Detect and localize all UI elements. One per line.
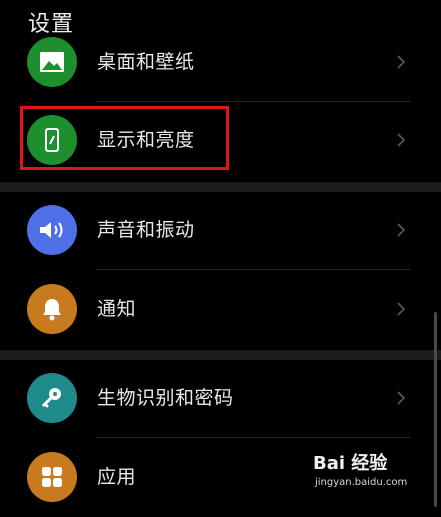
settings-item-label: 通知 (97, 298, 137, 320)
settings-item-label: 显示和亮度 (97, 129, 195, 151)
settings-item-display[interactable]: 显示和亮度 (0, 100, 430, 180)
scrollbar[interactable] (434, 312, 437, 507)
settings-item-wallpaper[interactable]: 桌面和壁纸 (0, 22, 430, 102)
watermark-brand: Bai 经验 (313, 453, 388, 474)
chevron-right-icon (397, 133, 406, 147)
settings-item-sound[interactable]: 声音和振动 (0, 190, 430, 270)
volume-icon (27, 205, 77, 255)
chevron-right-icon (397, 223, 406, 237)
watermark-url: jingyan.baidu.com (315, 477, 408, 488)
chevron-right-icon (397, 55, 406, 69)
apps-icon (27, 452, 77, 502)
display-icon (27, 115, 77, 165)
bell-icon (27, 284, 77, 334)
settings-item-label: 应用 (97, 466, 137, 488)
key-icon (27, 373, 77, 423)
chevron-right-icon (397, 391, 406, 405)
wallpaper-icon (27, 37, 77, 87)
baidu-jingyan-watermark: Bai 经验 jingyan.baidu.com (313, 449, 423, 497)
settings-item-label: 生物识别和密码 (97, 387, 234, 409)
settings-item-label: 声音和振动 (97, 219, 195, 241)
settings-item-biometrics[interactable]: 生物识别和密码 (0, 358, 430, 438)
chevron-right-icon (397, 302, 406, 316)
settings-item-notifications[interactable]: 通知 (0, 269, 430, 349)
settings-item-label: 桌面和壁纸 (97, 51, 195, 73)
